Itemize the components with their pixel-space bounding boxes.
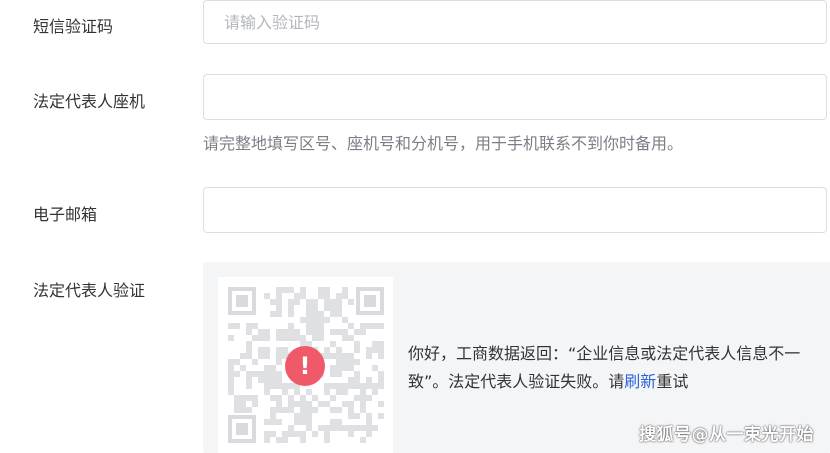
sms-code-input[interactable] — [204, 1, 826, 43]
email-input[interactable] — [204, 188, 826, 232]
verify-message-text: 你好，工商数据返回：“企业信息或法定代表人信息不一致”。法定代表人验证失败。请 — [408, 344, 801, 391]
watermark: 搜狐号@从一束光开始 — [639, 425, 814, 445]
landline-field[interactable] — [203, 74, 827, 120]
verify-message-suffix: 重试 — [656, 372, 689, 391]
sms-code-label: 短信验证码 — [33, 17, 114, 36]
landline-input[interactable] — [204, 75, 826, 119]
exclamation-circle-icon: ! — [285, 346, 325, 386]
landline-label: 法定代表人座机 — [33, 92, 146, 111]
refresh-link[interactable]: 刷新 — [624, 372, 656, 391]
verify-label: 法定代表人验证 — [33, 281, 146, 300]
verify-message: 你好，工商数据返回：“企业信息或法定代表人信息不一致”。法定代表人验证失败。请刷… — [408, 340, 818, 396]
sms-code-field[interactable] — [203, 0, 827, 44]
email-label: 电子邮箱 — [33, 205, 98, 224]
email-field[interactable] — [203, 187, 827, 233]
qr-code: ! — [218, 277, 393, 453]
landline-hint: 请完整地填写区号、座机号和分机号，用于手机联系不到你时备用。 — [203, 134, 684, 153]
